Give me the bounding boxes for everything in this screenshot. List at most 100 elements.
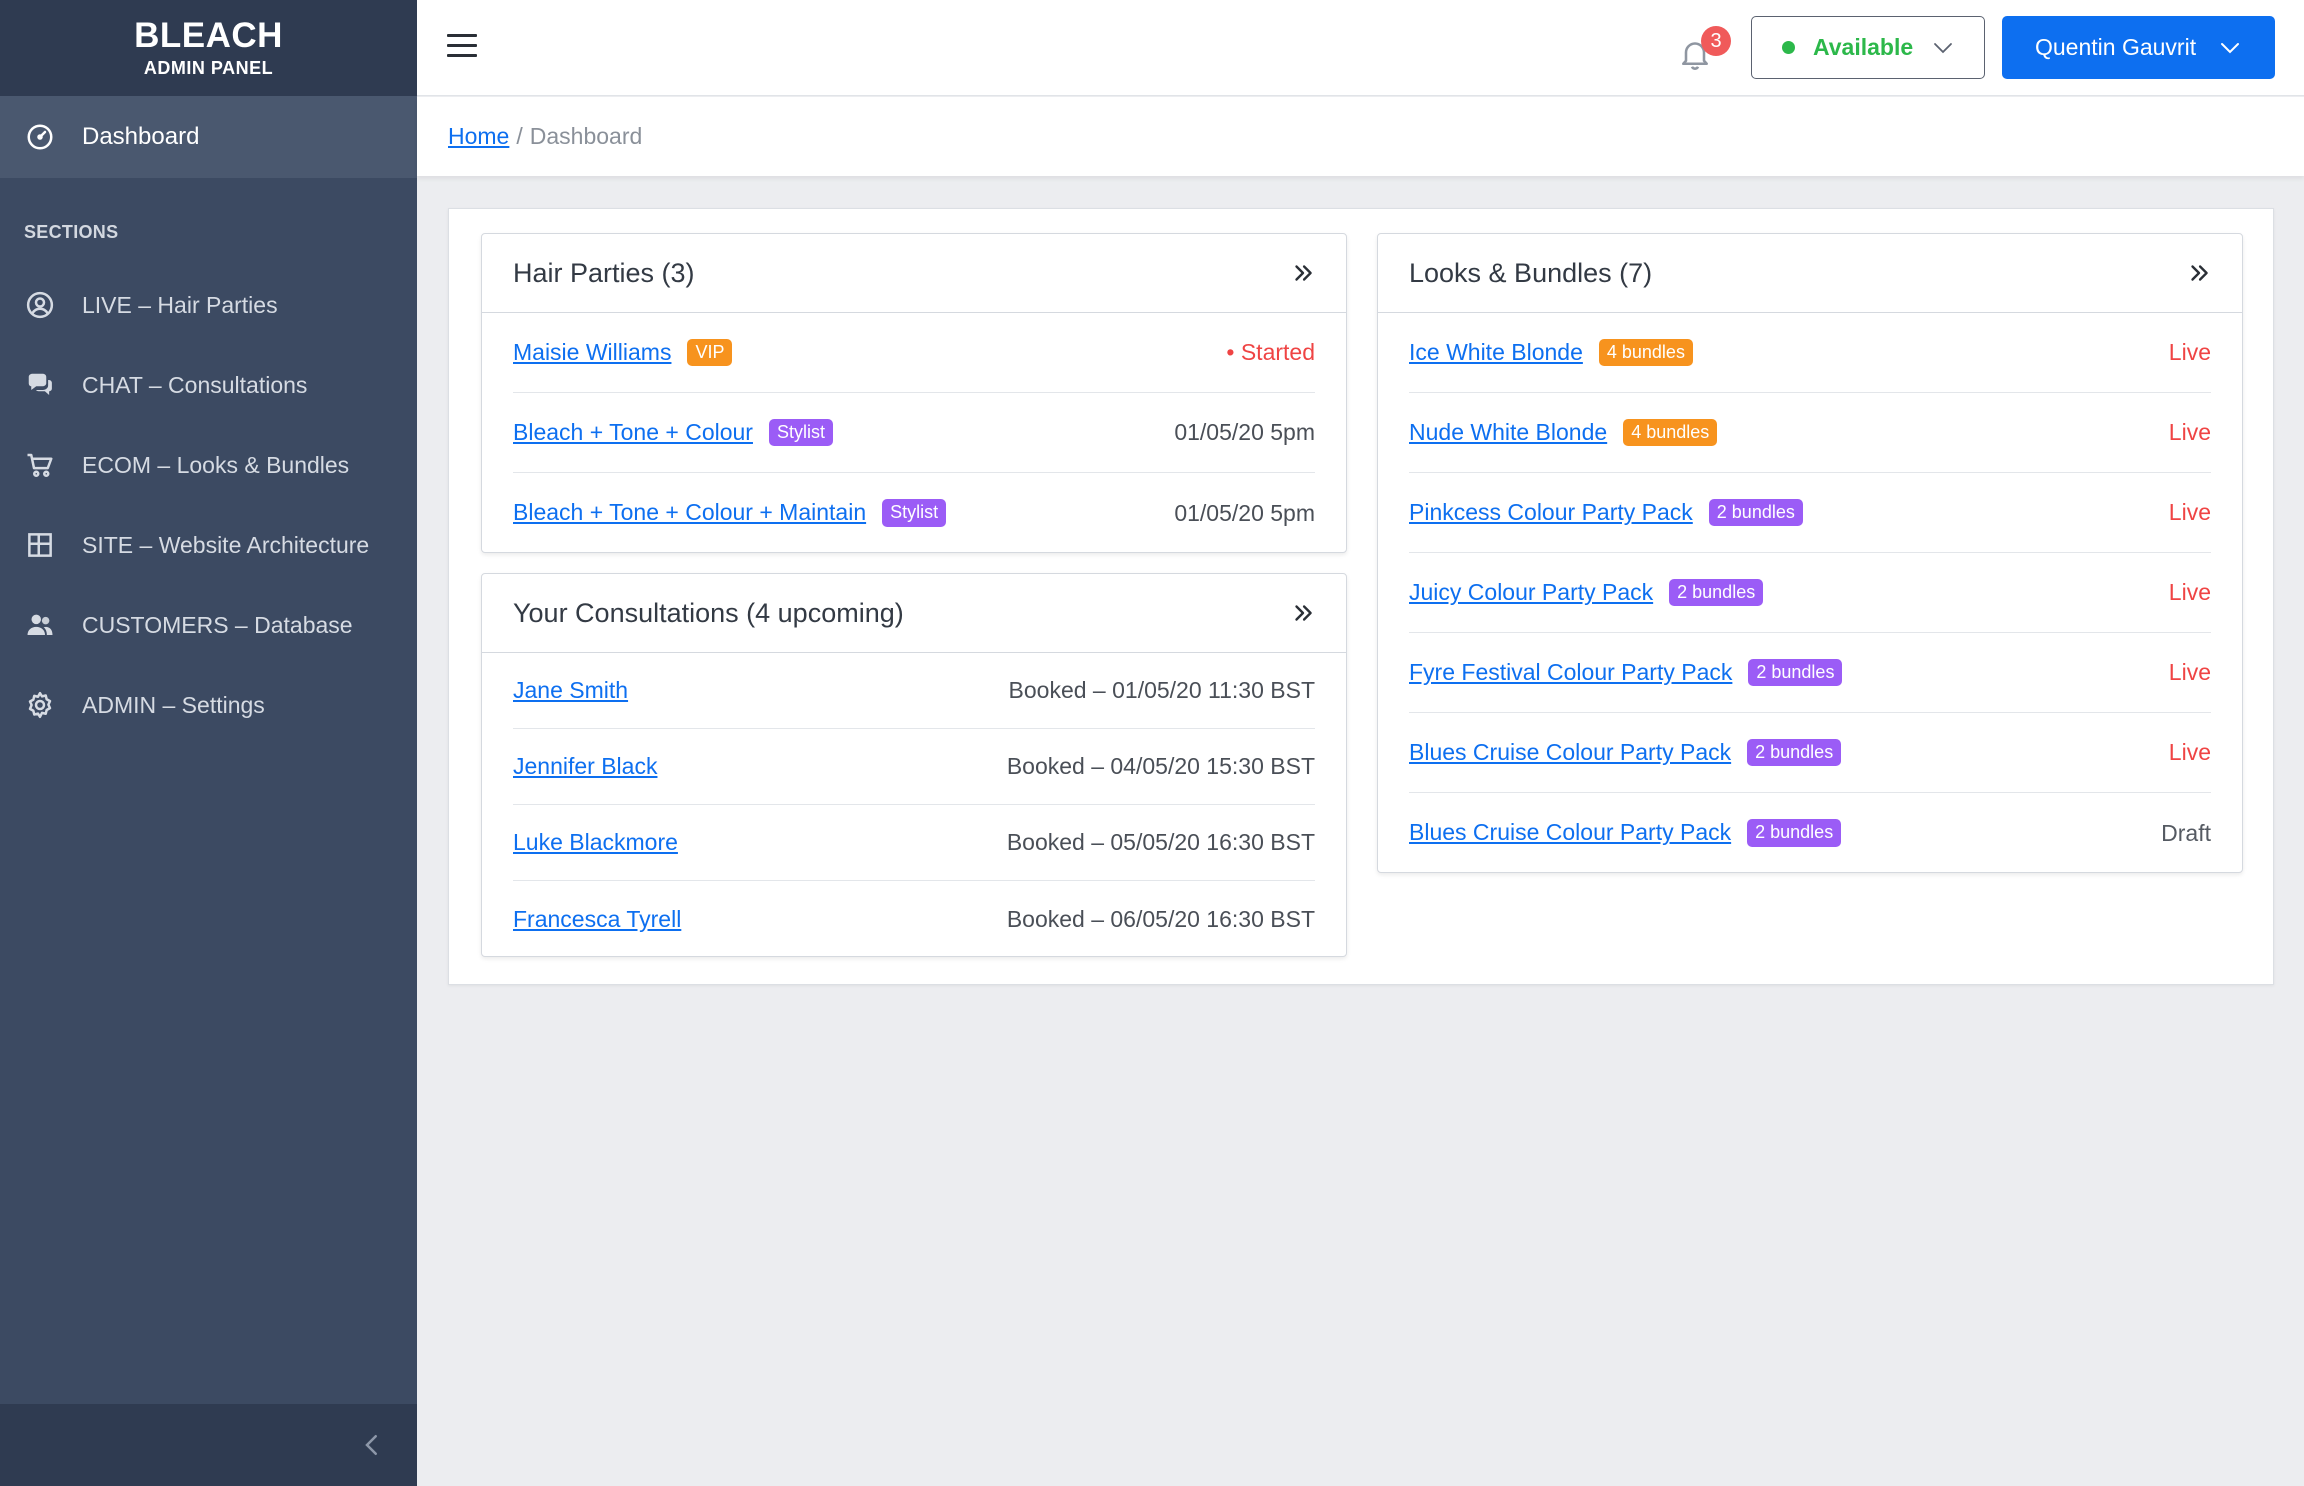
list-item: Blues Cruise Colour Party Pack 2 bundles… <box>1409 793 2211 873</box>
list-item: Ice White Blonde 4 bundles Live <box>1409 313 2211 393</box>
list-item: Pinkcess Colour Party Pack 2 bundles Liv… <box>1409 473 2211 553</box>
booking-text: Booked – 04/05/20 15:30 BST <box>1006 753 1315 779</box>
double-chevron-right-icon[interactable] <box>1290 260 1316 286</box>
sidebar-footer <box>0 1404 417 1486</box>
party-link[interactable]: Bleach + Tone + Colour <box>513 419 753 446</box>
consultation-link[interactable]: Jane Smith <box>513 677 628 704</box>
publish-status: Live <box>2168 339 2211 365</box>
sidebar-item-site[interactable]: SITE – Website Architecture <box>0 505 417 585</box>
list-item: Bleach + Tone + Colour Stylist 01/05/20 … <box>513 393 1315 473</box>
dashboard-panel: Hair Parties (3) Maisie Williams VIP • S… <box>448 208 2274 985</box>
list-item: Blues Cruise Colour Party Pack 2 bundles… <box>1409 713 2211 793</box>
availability-dropdown[interactable]: Available <box>1751 16 1985 79</box>
booking-text: Booked – 05/05/20 16:30 BST <box>1006 829 1315 855</box>
chat-icon <box>24 369 56 401</box>
cart-icon <box>24 449 56 481</box>
consultations-card: Your Consultations (4 upcoming) Jane Smi… <box>481 573 1347 957</box>
brand-title: BLEACH <box>134 15 283 55</box>
availability-label: Available <box>1813 34 1914 60</box>
status-dot-icon <box>1782 41 1795 54</box>
sidebar-item-customers[interactable]: CUSTOMERS – Database <box>0 585 417 665</box>
collapse-sidebar-icon[interactable] <box>357 1430 387 1460</box>
card-title: Hair Parties (3) <box>513 257 695 288</box>
sidebar-item-dashboard[interactable]: Dashboard <box>0 96 417 178</box>
list-item: Maisie Williams VIP • Started <box>513 313 1315 393</box>
publish-status: Live <box>2168 659 2211 685</box>
consultation-link[interactable]: Francesca Tyrell <box>513 906 681 933</box>
list-item: Francesca Tyrell Booked – 06/05/20 16:30… <box>513 881 1315 957</box>
list-item: Juicy Colour Party Pack 2 bundles Live <box>1409 553 2211 633</box>
party-link[interactable]: Maisie Williams <box>513 339 671 366</box>
list-item: Fyre Festival Colour Party Pack 2 bundle… <box>1409 633 2211 713</box>
sidebar-item-live[interactable]: LIVE – Hair Parties <box>0 265 417 345</box>
sidebar-item-ecom[interactable]: ECOM – Looks & Bundles <box>0 425 417 505</box>
breadcrumb-current: Dashboard <box>529 123 643 149</box>
look-link[interactable]: Pinkcess Colour Party Pack <box>1409 499 1693 526</box>
bundles-badge: 2 bundles <box>1748 658 1843 687</box>
menu-toggle-icon[interactable] <box>447 34 477 60</box>
card-title: Your Consultations (4 upcoming) <box>513 597 904 628</box>
hair-parties-card: Hair Parties (3) Maisie Williams VIP • S… <box>481 233 1347 553</box>
look-link[interactable]: Juicy Colour Party Pack <box>1409 579 1653 606</box>
dashboard-icon <box>24 121 56 153</box>
card-header: Hair Parties (3) <box>482 234 1346 313</box>
sidebar-item-label: SITE – Website Architecture <box>82 531 370 558</box>
double-chevron-right-icon[interactable] <box>1290 600 1316 626</box>
top-bar: 3 Available Quentin Gauvrit <box>417 0 2304 96</box>
bundles-badge: 2 bundles <box>1708 498 1803 527</box>
booking-text: Booked – 06/05/20 16:30 BST <box>1006 905 1315 932</box>
bundles-badge: 2 bundles <box>1747 738 1842 767</box>
consultation-link[interactable]: Jennifer Black <box>513 753 657 780</box>
looks-bundles-card: Looks & Bundles (7) Ice White Blonde 4 b… <box>1377 233 2243 873</box>
list-item: Bleach + Tone + Colour + Maintain Stylis… <box>513 473 1315 553</box>
publish-status: Live <box>2168 739 2211 765</box>
notification-count-badge: 3 <box>1701 26 1731 56</box>
stylist-badge: Stylist <box>768 418 833 447</box>
user-circle-icon <box>24 289 56 321</box>
look-link[interactable]: Blues Cruise Colour Party Pack <box>1409 819 1731 846</box>
sidebar-item-label: ADMIN – Settings <box>82 691 265 718</box>
layout-icon <box>24 529 56 561</box>
look-link[interactable]: Fyre Festival Colour Party Pack <box>1409 659 1732 686</box>
list-item: Jennifer Black Booked – 04/05/20 15:30 B… <box>513 729 1315 805</box>
bundles-badge: 4 bundles <box>1598 338 1693 367</box>
chevron-down-icon <box>1931 36 1955 60</box>
card-header: Looks & Bundles (7) <box>1378 234 2242 313</box>
brand-subtitle: ADMIN PANEL <box>143 57 274 78</box>
breadcrumb-separator: / <box>516 123 523 149</box>
look-link[interactable]: Ice White Blonde <box>1409 339 1583 366</box>
publish-status: Live <box>2168 579 2211 605</box>
list-item: Luke Blackmore Booked – 05/05/20 16:30 B… <box>513 805 1315 881</box>
chevron-down-icon <box>2218 36 2242 60</box>
sidebar-item-label: CHAT – Consultations <box>82 371 308 398</box>
consultation-link[interactable]: Luke Blackmore <box>513 829 678 856</box>
sidebar-item-label: Dashboard <box>82 123 200 150</box>
breadcrumb-home-link[interactable]: Home <box>448 123 509 150</box>
bundles-badge: 2 bundles <box>1669 578 1764 607</box>
sidebar-item-label: CUSTOMERS – Database <box>82 611 353 638</box>
gear-icon <box>24 689 56 721</box>
party-link[interactable]: Bleach + Tone + Colour + Maintain <box>513 499 866 526</box>
user-menu-button[interactable]: Quentin Gauvrit <box>2002 16 2275 79</box>
sidebar-item-label: LIVE – Hair Parties <box>82 291 278 318</box>
booking-text: Booked – 01/05/20 11:30 BST <box>1008 677 1315 703</box>
vip-badge: VIP <box>687 338 733 367</box>
user-name: Quentin Gauvrit <box>2035 34 2197 60</box>
sidebar-item-admin[interactable]: ADMIN – Settings <box>0 665 417 745</box>
status-text: • Started <box>1226 339 1315 365</box>
sidebar-item-chat[interactable]: CHAT – Consultations <box>0 345 417 425</box>
date-text: 01/05/20 5pm <box>1174 419 1315 445</box>
stylist-badge: Stylist <box>882 499 947 527</box>
brand-logo[interactable]: BLEACH ADMIN PANEL <box>0 0 417 96</box>
publish-status: Draft <box>2161 819 2211 846</box>
card-header: Your Consultations (4 upcoming) <box>482 574 1346 653</box>
look-link[interactable]: Nude White Blonde <box>1409 419 1607 446</box>
publish-status: Live <box>2168 419 2211 445</box>
list-item: Nude White Blonde 4 bundles Live <box>1409 393 2211 473</box>
date-text: 01/05/20 5pm <box>1174 499 1315 526</box>
look-link[interactable]: Blues Cruise Colour Party Pack <box>1409 739 1731 766</box>
users-icon <box>24 609 56 641</box>
list-item: Jane Smith Booked – 01/05/20 11:30 BST <box>513 653 1315 729</box>
double-chevron-right-icon[interactable] <box>2186 260 2212 286</box>
bundles-badge: 2 bundles <box>1747 819 1842 847</box>
